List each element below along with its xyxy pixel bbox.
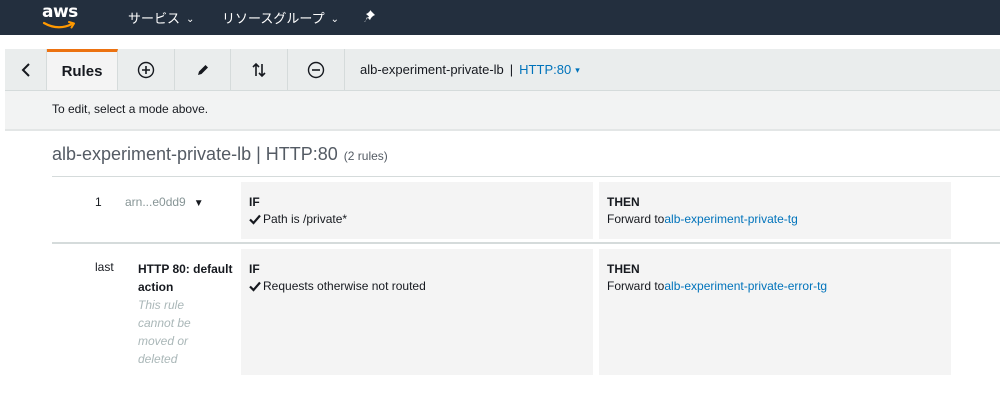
- mode-hint-bar: To edit, select a mode above.: [5, 91, 1000, 131]
- rule-priority: last: [95, 260, 114, 274]
- aws-logo-text: aws: [42, 2, 78, 22]
- top-navigation: aws サービス ⌄ リソースグループ ⌄: [0, 0, 1000, 35]
- rule-arn-dropdown[interactable]: arn...e0dd9 ▼: [125, 195, 204, 209]
- rule-conditions: IF Path is /private*: [241, 182, 593, 239]
- resource-groups-menu[interactable]: リソースグループ ⌄: [222, 8, 339, 27]
- if-label: IF: [249, 195, 260, 209]
- aws-logo[interactable]: aws: [42, 2, 78, 32]
- rule-count: (2 rules): [343, 149, 388, 163]
- services-menu[interactable]: サービス ⌄: [128, 8, 194, 27]
- services-label: サービス: [128, 11, 181, 26]
- tab-rules[interactable]: Rules: [47, 49, 118, 90]
- aws-smile-icon: [42, 21, 75, 29]
- tab-rules-label: Rules: [61, 62, 103, 80]
- caret-down-icon: ▼: [193, 198, 204, 209]
- mode-hint: To edit, select a mode above.: [52, 102, 209, 116]
- rules-toolbar: Rules alb-experiment-private-lb | HTTP:80 ▾: [5, 49, 1000, 91]
- rule-actions: THEN Forward toalb-experiment-private-tg: [599, 182, 951, 239]
- action-prefix: Forward to: [607, 279, 665, 293]
- rule-priority: 1: [95, 195, 102, 209]
- condition-text: Path is /private*: [263, 212, 348, 226]
- separator: |: [509, 62, 514, 77]
- rule-conditions: IF Requests otherwise not routed: [241, 249, 593, 375]
- listener-port: HTTP:80: [519, 62, 572, 77]
- default-action-title: HTTP 80: default action: [138, 262, 233, 294]
- then-label: THEN: [607, 262, 640, 276]
- chevron-down-icon: ⌄: [186, 14, 195, 25]
- chevron-left-icon: [21, 62, 30, 77]
- delete-rules-button[interactable]: [288, 49, 345, 90]
- default-action-note: This rule cannot be moved or deleted: [138, 298, 191, 366]
- pencil-icon: [197, 64, 208, 75]
- page-title-text: alb-experiment-private-lb | HTTP:80: [52, 144, 338, 164]
- target-group-link[interactable]: alb-experiment-private-tg: [664, 212, 797, 226]
- edit-rules-button[interactable]: [175, 49, 231, 90]
- add-rule-button[interactable]: [118, 49, 175, 90]
- page-title: alb-experiment-private-lb | HTTP:80 (2 ru…: [52, 144, 388, 165]
- plus-circle-icon: [137, 61, 155, 78]
- check-icon: [249, 214, 261, 225]
- pin-icon[interactable]: [364, 9, 378, 28]
- resource-groups-label: リソースグループ: [222, 11, 325, 26]
- action-prefix: Forward to: [607, 212, 665, 226]
- rule-arn: arn...e0dd9: [125, 195, 186, 209]
- table-row: last HTTP 80: default action This rule c…: [52, 242, 1000, 380]
- table-row: 1 arn...e0dd9 ▼ IF Path is /private* THEN…: [52, 176, 1000, 243]
- lb-name: alb-experiment-private-lb: [360, 62, 504, 77]
- minus-circle-icon: [307, 61, 325, 78]
- then-label: THEN: [607, 195, 640, 209]
- chevron-down-icon: ⌄: [330, 14, 339, 25]
- target-group-link[interactable]: alb-experiment-private-error-tg: [664, 279, 827, 293]
- if-label: IF: [249, 262, 260, 276]
- check-icon: [249, 281, 261, 292]
- condition-text: Requests otherwise not routed: [263, 279, 426, 293]
- rule-actions: THEN Forward toalb-experiment-private-er…: [599, 249, 951, 375]
- reorder-rules-button[interactable]: [231, 49, 288, 90]
- listener-selector[interactable]: alb-experiment-private-lb | HTTP:80 ▾: [360, 62, 580, 77]
- chevron-down-icon: ▾: [575, 65, 580, 75]
- reorder-icon: [252, 62, 266, 77]
- back-button[interactable]: [5, 49, 47, 90]
